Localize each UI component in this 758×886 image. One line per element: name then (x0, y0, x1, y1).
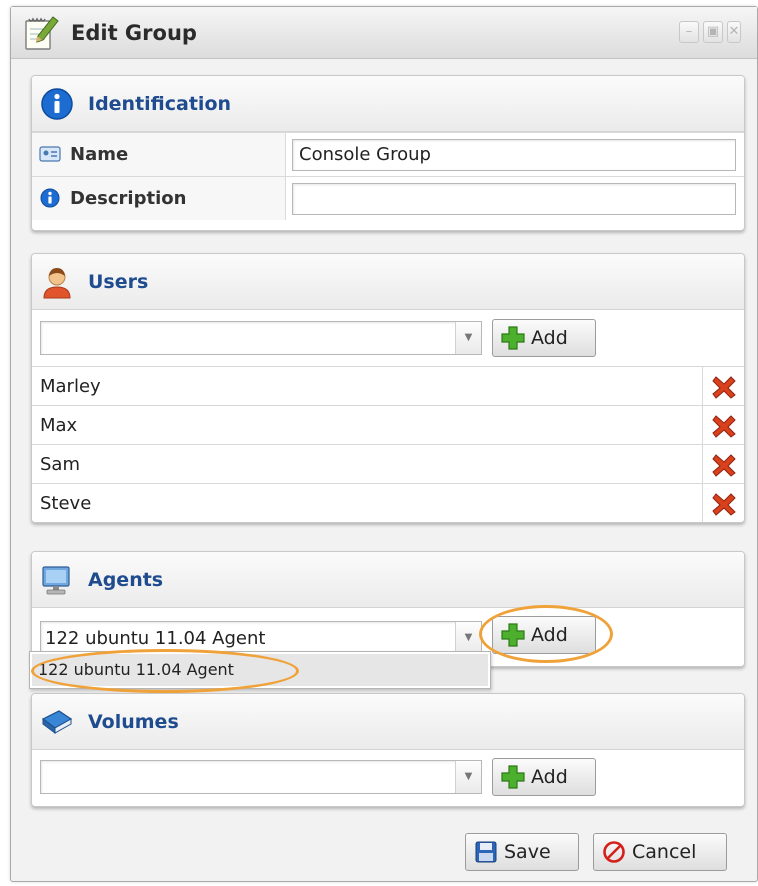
book-icon (40, 705, 74, 739)
users-title: Users (88, 271, 149, 293)
users-header: Users (32, 254, 744, 310)
delete-user-button[interactable] (702, 367, 744, 405)
agents-combo-value: 122 ubuntu 11.04 Agent (45, 628, 266, 649)
users-add-row: ▼ Add (32, 310, 744, 366)
cancel-label: Cancel (632, 841, 697, 863)
red-x-icon (712, 415, 736, 438)
name-row: Name Console Group (32, 132, 744, 176)
users-add-button[interactable]: Add (492, 319, 596, 357)
window-title: Edit Group (71, 21, 197, 45)
delete-user-button[interactable] (702, 445, 744, 483)
agents-header: Agents (32, 552, 744, 608)
volumes-add-label: Add (531, 766, 568, 788)
agents-dropdown-list: 122 ubuntu 11.04 Agent (29, 651, 491, 689)
save-button[interactable]: Save (465, 833, 579, 871)
save-label: Save (504, 841, 551, 863)
name-label: Name (70, 144, 129, 165)
identification-header: Identification (32, 76, 744, 132)
delete-user-button[interactable] (702, 406, 744, 444)
volumes-add-button[interactable]: Add (492, 758, 596, 796)
users-panel: Users ▼ Add Marley Max Sam Steve (31, 253, 745, 523)
identification-title: Identification (88, 93, 232, 115)
red-x-icon (712, 454, 736, 477)
user-name: Marley (40, 376, 101, 397)
user-name: Max (40, 415, 78, 436)
info-small-icon (38, 187, 62, 209)
description-row: Description (32, 176, 744, 220)
agents-combo[interactable]: 122 ubuntu 11.04 Agent ▼ (40, 621, 482, 655)
list-item: Marley (32, 366, 744, 405)
green-plus-icon (501, 326, 525, 350)
name-label-cell: Name (32, 133, 286, 176)
volumes-title: Volumes (88, 711, 179, 733)
users-combo[interactable]: ▼ (40, 321, 482, 355)
floppy-disk-icon (475, 841, 497, 863)
users-add-label: Add (531, 327, 568, 349)
user-name: Sam (40, 454, 80, 475)
delete-user-button[interactable] (702, 484, 744, 522)
title-bar[interactable]: Edit Group – ▣ ✕ (11, 7, 757, 59)
users-list: Marley Max Sam Steve (32, 366, 744, 522)
cancel-icon (603, 841, 625, 863)
volumes-combo[interactable]: ▼ (40, 760, 482, 794)
green-plus-icon (501, 623, 525, 647)
edit-group-window: Edit Group – ▣ ✕ Identification Name Con… (10, 6, 758, 882)
name-input[interactable]: Console Group (292, 139, 736, 171)
red-x-icon (712, 493, 736, 516)
agents-add-button[interactable]: Add (492, 616, 596, 654)
list-item: Steve (32, 483, 744, 522)
agents-add-label: Add (531, 624, 568, 646)
description-label-cell: Description (32, 177, 286, 220)
description-label: Description (70, 188, 187, 209)
chevron-down-icon[interactable]: ▼ (455, 322, 481, 354)
cancel-button[interactable]: Cancel (593, 833, 727, 871)
list-item: Max (32, 405, 744, 444)
green-plus-icon (501, 765, 525, 789)
edit-notepad-icon (23, 15, 61, 51)
agents-title: Agents (88, 569, 164, 591)
minimize-button[interactable]: – (679, 21, 699, 43)
info-icon (40, 87, 74, 121)
identification-panel: Identification Name Console Group Descri… (31, 75, 745, 231)
volumes-header: Volumes (32, 694, 744, 750)
id-card-icon (38, 143, 62, 165)
agents-option-label: 122 ubuntu 11.04 Agent (38, 660, 234, 679)
chevron-down-icon[interactable]: ▼ (455, 761, 481, 793)
volumes-panel: Volumes ▼ Add (31, 693, 745, 807)
list-item: Sam (32, 444, 744, 483)
close-button[interactable]: ✕ (727, 21, 741, 43)
agents-dropdown-option[interactable]: 122 ubuntu 11.04 Agent (32, 654, 488, 686)
chevron-down-icon[interactable]: ▼ (455, 622, 481, 654)
computer-icon (40, 563, 74, 597)
user-icon (40, 265, 74, 299)
maximize-button[interactable]: ▣ (703, 21, 723, 43)
volumes-add-row: ▼ Add (32, 750, 744, 806)
user-name: Steve (40, 493, 92, 514)
red-x-icon (712, 376, 736, 399)
agents-panel: Agents 122 ubuntu 11.04 Agent ▼ Add (31, 551, 745, 667)
description-input[interactable] (292, 183, 736, 215)
